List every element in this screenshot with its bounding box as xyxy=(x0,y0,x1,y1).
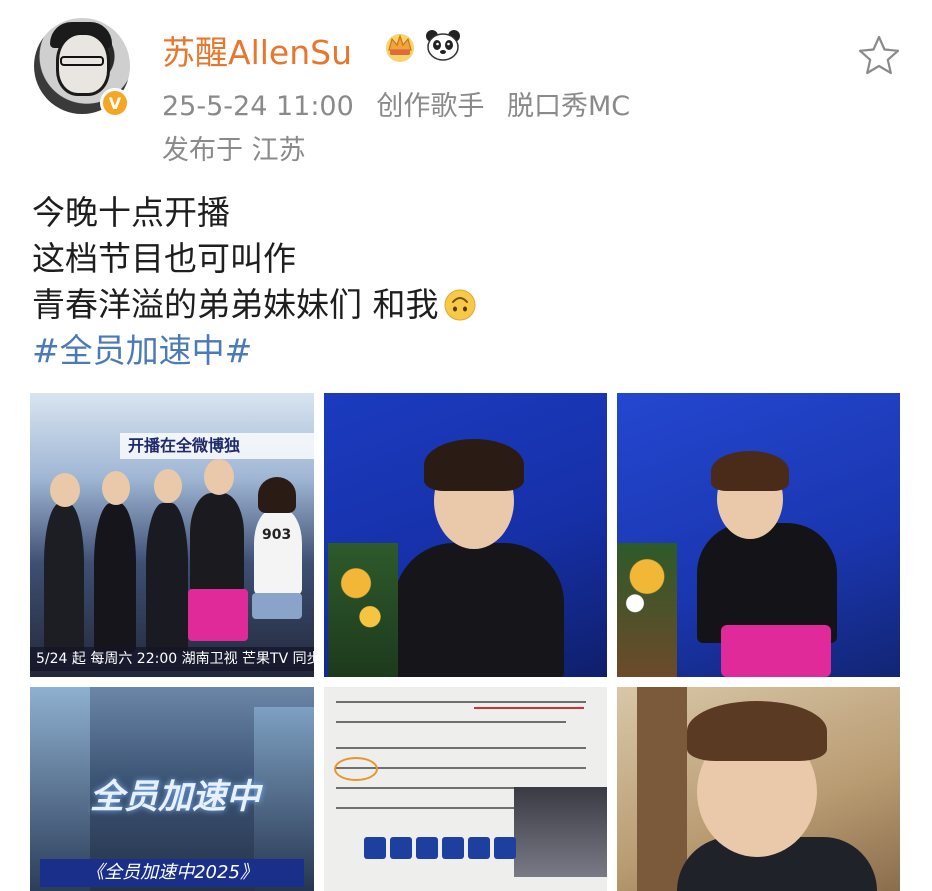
post-line: 青春洋溢的弟弟妹妹们 和我 xyxy=(32,282,477,328)
avatar-glasses xyxy=(60,56,104,66)
photo-5[interactable] xyxy=(324,687,607,891)
post-line: 这档节目也可叫作 xyxy=(32,236,477,282)
person-figure xyxy=(394,543,564,677)
underline-mark xyxy=(474,707,584,709)
panda-icon xyxy=(426,30,460,61)
person-figure xyxy=(94,503,136,653)
person-figure xyxy=(146,503,188,653)
document-text-line xyxy=(336,701,586,703)
show-title: 《全员加速中2025》 xyxy=(40,859,304,887)
document-text-line xyxy=(336,721,566,723)
sunflower-vase xyxy=(617,543,677,677)
pink-shorts xyxy=(188,589,248,641)
upside-down-face-emoji-icon xyxy=(444,289,475,321)
verified-badge-icon: V xyxy=(100,88,130,118)
author-tag: 脱口秀MC xyxy=(506,91,631,122)
pink-shorts xyxy=(721,625,831,677)
post-line-text: 这档节目也可叫作 xyxy=(32,239,296,278)
person-hair xyxy=(711,451,789,491)
photo-2[interactable] xyxy=(324,393,607,677)
photo-6[interactable] xyxy=(617,687,900,891)
person-figure: 903 xyxy=(254,509,302,595)
post-line-text: 青春洋溢的弟弟妹妹们 和我 xyxy=(32,285,439,324)
post-date[interactable]: 25-5-24 11:00 xyxy=(162,91,354,122)
crown-icon xyxy=(386,34,414,62)
person-figure xyxy=(190,493,244,593)
post-location: 发布于 江苏 xyxy=(162,135,306,166)
author-tag: 创作歌手 xyxy=(376,91,485,122)
document-text-line xyxy=(336,747,586,749)
post-body: 今晚十点开播 这档节目也可叫作 青春洋溢的弟弟妹妹们 和我 #全员加速中# xyxy=(32,190,477,374)
circled-name xyxy=(334,757,378,781)
photo-3[interactable] xyxy=(617,393,900,677)
photo-1[interactable]: 开播在全微博独 903 5/24 起 每周六 22:00 湖南卫视 芒果TV 同… xyxy=(30,393,314,677)
person-head xyxy=(154,469,182,503)
author-name[interactable]: 苏醒AllenSu xyxy=(162,26,352,74)
photo-4[interactable]: 全员加速中 《全员加速中2025》 xyxy=(30,687,314,891)
sunflower-bouquet xyxy=(328,543,398,677)
broadcast-banner: 5/24 起 每周六 22:00 湖南卫视 芒果TV 同步播出 xyxy=(30,647,314,671)
hashtag-link[interactable]: #全员加速中# xyxy=(32,328,252,374)
inset-photo xyxy=(514,787,607,877)
person-head xyxy=(50,473,80,507)
person-hair xyxy=(424,439,524,491)
person-hair xyxy=(687,701,827,761)
document-text-line xyxy=(336,807,536,809)
person-hair xyxy=(258,477,296,513)
post-line: 今晚十点开播 xyxy=(32,190,477,236)
person-head xyxy=(204,459,234,495)
post-line-text: 今晚十点开播 xyxy=(32,193,230,232)
post-line: #全员加速中# xyxy=(32,328,477,374)
person-head xyxy=(102,471,130,505)
door-frame xyxy=(637,687,687,891)
shirt-number: 903 xyxy=(262,527,292,543)
post-meta: 25-5-24 11:00 创作歌手 脱口秀MC xyxy=(162,84,644,123)
skirt xyxy=(252,593,302,619)
event-backdrop-text: 开播在全微博独 xyxy=(120,433,314,459)
show-logo: 全员加速中 xyxy=(90,777,260,817)
number-tiles xyxy=(364,837,516,859)
person-figure xyxy=(44,503,84,653)
star-outline-icon[interactable] xyxy=(857,34,901,76)
